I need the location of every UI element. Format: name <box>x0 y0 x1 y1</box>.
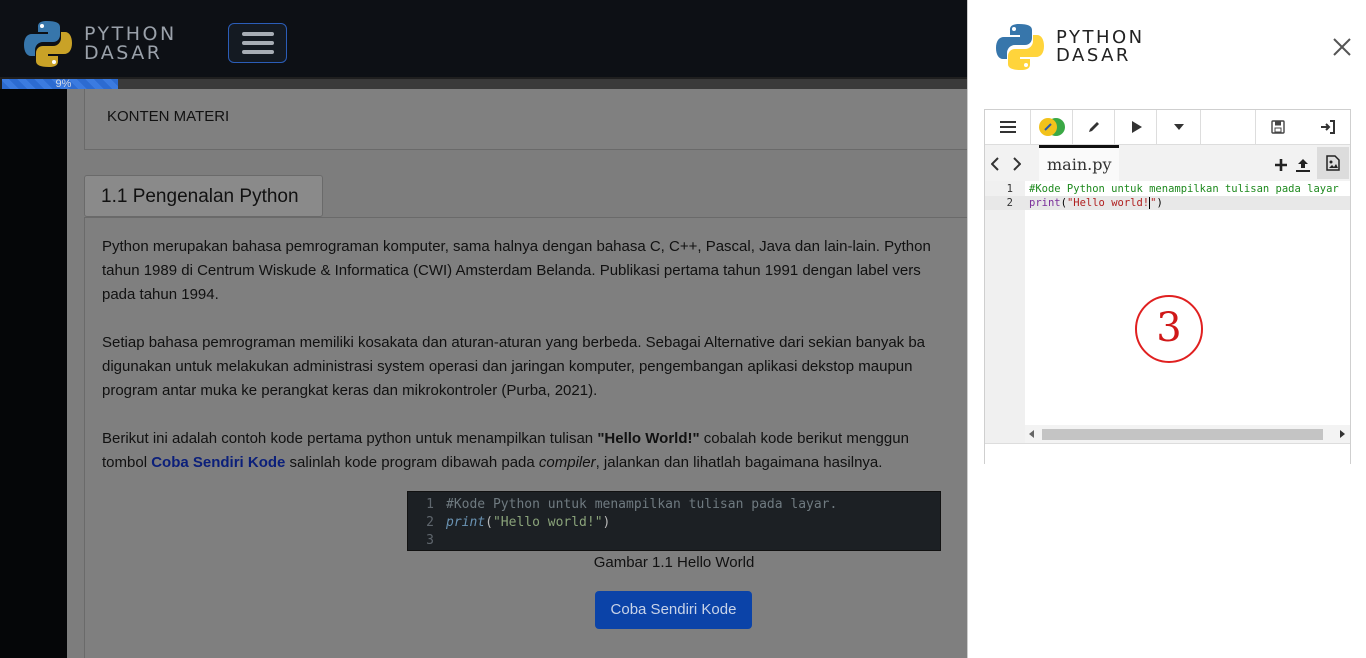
save-icon <box>1270 120 1285 134</box>
code-brackets-icon[interactable] <box>991 157 1021 171</box>
file-tab-main[interactable]: main.py <box>1039 145 1119 181</box>
file-tabs-row: main.py <box>985 145 1350 181</box>
editor-comment: #Kode Python untuk menampilkan tulisan p… <box>1029 183 1339 195</box>
top-navbar: PYTHON DASAR <box>0 0 967 77</box>
coba-sendiri-link[interactable]: Coba Sendiri Kode <box>151 454 285 471</box>
text-span: , jalankan dan lihatlah bagaimana hasiln… <box>595 454 883 471</box>
reading-progress-bar: 9% <box>2 78 967 90</box>
line-number: 2 <box>1006 197 1013 209</box>
text-span: tombol <box>102 454 152 471</box>
ide-status-bar <box>985 443 1350 464</box>
menu-toggle-button[interactable] <box>228 23 287 63</box>
python-logo-icon <box>24 21 72 67</box>
line-number: 2 <box>426 515 434 530</box>
line-number: 1 <box>426 497 434 512</box>
panel-brand-text: PYTHON DASAR <box>1056 29 1145 65</box>
upload-icon[interactable] <box>1295 157 1311 173</box>
konten-materi-title: KONTEN MATERI <box>107 108 230 125</box>
python-logo-icon <box>996 24 1044 70</box>
main-content: KONTEN MATERI 1.1 Pengenalan Python Pyth… <box>67 89 967 658</box>
editor-gutter <box>985 181 1025 443</box>
editor-string: "Hello world! <box>1066 197 1150 209</box>
editor-punc: ) <box>1156 197 1163 209</box>
section-body: Python merupakan bahasa pemrograman komp… <box>84 217 967 658</box>
hamburger-icon <box>241 41 274 45</box>
text-span: Berikut ini adalah contoh kode pertama p… <box>102 430 598 447</box>
try-code-button[interactable]: Coba Sendiri Kode <box>595 591 752 629</box>
menu-button[interactable] <box>985 110 1031 144</box>
paragraph-line: Python merupakan bahasa pemrograman komp… <box>102 238 931 255</box>
paragraph-line: pada tahun 1994. <box>102 286 219 303</box>
horizontal-scrollbar[interactable] <box>1025 425 1350 443</box>
editor-line: 1 #Kode Python untuk menampilkan tulisan… <box>985 182 1350 196</box>
paragraph-line: Berikut ini adalah contoh kode pertama p… <box>102 427 967 451</box>
paragraph-line: digunakan untuk melakukan administrasi s… <box>102 358 913 375</box>
python-logo-icon <box>1038 118 1065 136</box>
code-line: 3 <box>408 532 940 550</box>
run-button[interactable] <box>1115 110 1157 144</box>
brand-line2: DASAR <box>84 42 163 64</box>
left-gutter <box>0 89 67 658</box>
login-button[interactable] <box>1305 110 1350 144</box>
paragraph-line: tombol Coba Sendiri Kode salinlah kode p… <box>102 451 967 475</box>
code-snippet: 1 #Kode Python untuk menampilkan tulisan … <box>407 491 941 551</box>
figure-caption: Gambar 1.1 Hello World <box>593 554 755 571</box>
play-icon <box>1131 121 1142 133</box>
brand-text: PYTHON DASAR <box>84 25 177 63</box>
step-annotation: 3 <box>1135 295 1203 363</box>
code-string: "Hello world!" <box>492 515 603 530</box>
section-title-tab: 1.1 Pengenalan Python <box>84 175 323 217</box>
image-file-icon <box>1326 155 1340 171</box>
brand-logo[interactable]: PYTHON DASAR <box>22 18 177 70</box>
line-number: 1 <box>1006 183 1013 195</box>
language-button[interactable] <box>1031 110 1073 144</box>
konten-materi-card[interactable]: KONTEN MATERI <box>84 89 967 150</box>
paragraph-line: Setiap bahasa pemrograman memiliki kosak… <box>102 334 926 351</box>
scroll-left-icon[interactable] <box>1029 430 1035 438</box>
panel-brand-logo: PYTHON DASAR <box>994 21 1145 73</box>
paragraph-line: program antar muka ke perangkat keras da… <box>102 382 598 399</box>
compiler-italic: compiler <box>538 454 596 471</box>
save-button[interactable] <box>1255 110 1299 144</box>
menu-icon <box>999 121 1016 133</box>
editor-keyword: print <box>1029 197 1061 209</box>
section-title: 1.1 Pengenalan Python <box>101 186 299 207</box>
code-punc: ) <box>602 515 611 530</box>
run-options-dropdown[interactable] <box>1157 110 1201 144</box>
code-punc: ( <box>485 515 493 530</box>
editor-line-active: 2 print("Hello world!") <box>985 196 1350 210</box>
login-icon <box>1320 120 1335 134</box>
paragraph-line: tahun 1989 di Centrum Wiskude & Informat… <box>102 262 921 279</box>
pencil-icon <box>1088 122 1099 132</box>
scrollbar-thumb[interactable] <box>1042 429 1323 440</box>
line-number: 3 <box>426 533 434 548</box>
code-line: 1 #Kode Python untuk menampilkan tulisan … <box>408 496 940 514</box>
scroll-right-icon[interactable] <box>1339 430 1345 438</box>
code-keyword: print <box>446 515 486 530</box>
text-span: cobalah kode berikut menggun <box>699 430 909 447</box>
image-view-button[interactable] <box>1317 147 1349 179</box>
brand-line2: DASAR <box>1056 45 1131 66</box>
code-line: 2 print("Hello world!") <box>408 514 940 532</box>
text-span: salinlah kode program dibawah pada <box>285 454 539 471</box>
dropdown-icon <box>1173 124 1184 130</box>
file-tab-label: main.py <box>1047 155 1112 174</box>
add-file-icon[interactable] <box>1274 158 1288 172</box>
edit-button[interactable] <box>1073 110 1115 144</box>
hello-world-bold: "Hello World!" <box>597 430 700 447</box>
code-comment: #Kode Python untuk menampilkan tulisan p… <box>446 497 838 512</box>
ide-toolbar <box>985 110 1350 145</box>
side-panel: PYTHON DASAR main.py 1 #Kode Python untu… <box>967 0 1366 658</box>
code-editor-embed: main.py 1 #Kode Python untuk menampilkan… <box>984 109 1351 464</box>
close-icon[interactable] <box>1330 35 1354 59</box>
